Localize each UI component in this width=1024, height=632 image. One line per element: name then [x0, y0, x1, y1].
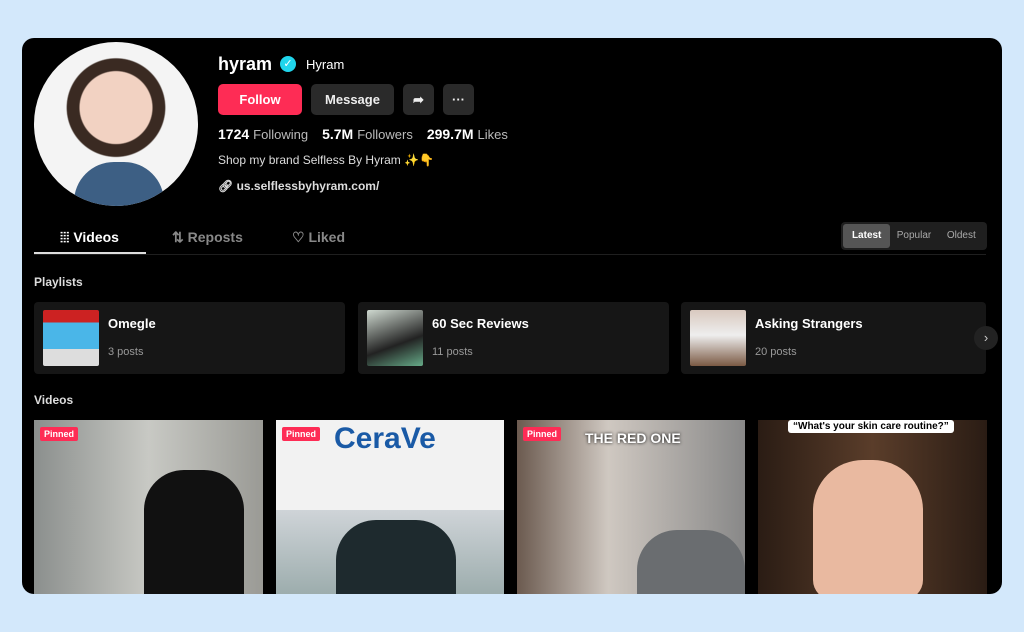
playlist-thumbnail [690, 310, 746, 366]
playlist-title: Asking Strangers [755, 316, 863, 331]
playlist-count: 3 posts [108, 346, 144, 358]
playlist-title: 60 Sec Reviews [432, 316, 529, 331]
profile-stats: 1724 Following 5.7M Followers 299.7M Likes [218, 126, 508, 142]
playlists-heading: Playlists [34, 275, 83, 289]
playlist-title: Omegle [108, 316, 156, 331]
verified-badge-icon: ✓ [280, 56, 296, 72]
tab-reposts[interactable]: ⇅ Reposts [172, 229, 243, 246]
playlist-card[interactable]: 60 Sec Reviews 11 posts [358, 302, 669, 374]
follow-button[interactable]: Follow [218, 84, 302, 115]
pinned-badge: Pinned [40, 427, 79, 441]
bio: Shop my brand Selfless By Hyram ✨👇 [218, 153, 434, 167]
video-overlay-text: THE RED ONE [585, 430, 681, 446]
videos-heading: Videos [34, 393, 74, 407]
playlist-thumbnail [43, 310, 99, 366]
following-count[interactable]: 1724 Following [218, 126, 308, 142]
share-icon[interactable]: ➦ [403, 84, 434, 115]
profile-link[interactable]: 🔗︎ us.selflessbyhyram.com/ [218, 179, 379, 193]
grid-icon: ⦙⦙⦙ [60, 229, 74, 245]
playlist-thumbnail [367, 310, 423, 366]
video-thumbnail[interactable]: Pinned [34, 420, 263, 594]
video-thumbnail[interactable]: “What's your skin care routine?” [758, 420, 987, 594]
playlist-card[interactable]: Asking Strangers 20 posts [681, 302, 986, 374]
profile-page: hyram ✓ Hyram Follow Message ➦ ··· 1724 F… [22, 38, 1002, 594]
playlist-count: 11 posts [432, 346, 473, 358]
repost-icon: ⇅ [172, 229, 188, 245]
likes-count: 299.7M Likes [426, 126, 508, 142]
more-options-icon[interactable]: ··· [443, 84, 474, 115]
video-overlay-text: “What's your skin care routine?” [788, 420, 954, 433]
video-thumbnail[interactable]: Pinned CeraVe [276, 420, 504, 594]
pinned-badge: Pinned [282, 427, 321, 441]
followers-count[interactable]: 5.7M Followers [322, 126, 413, 142]
heart-icon: ♡ [292, 229, 309, 245]
playlist-count: 20 posts [755, 346, 797, 358]
tab-videos[interactable]: ⦙⦙⦙ Videos [60, 229, 119, 246]
sort-latest[interactable]: Latest [843, 224, 891, 248]
sort-popular[interactable]: Popular [890, 224, 937, 248]
avatar[interactable] [34, 42, 198, 206]
tab-liked[interactable]: ♡ Liked [292, 229, 345, 246]
video-thumbnail[interactable]: Pinned THE RED ONE [517, 420, 745, 594]
chevron-right-icon[interactable]: › [974, 326, 998, 350]
sort-toggle: Latest Popular Oldest [841, 222, 987, 250]
sort-oldest[interactable]: Oldest [938, 224, 985, 248]
playlist-card[interactable]: Omegle 3 posts [34, 302, 345, 374]
nickname: Hyram [306, 57, 345, 72]
link-icon: 🔗︎ [218, 179, 237, 193]
video-overlay-text: CeraVe [334, 422, 436, 455]
pinned-badge: Pinned [523, 427, 562, 441]
active-tab-indicator [34, 252, 146, 254]
username: hyram [218, 54, 273, 74]
message-button[interactable]: Message [311, 84, 394, 115]
